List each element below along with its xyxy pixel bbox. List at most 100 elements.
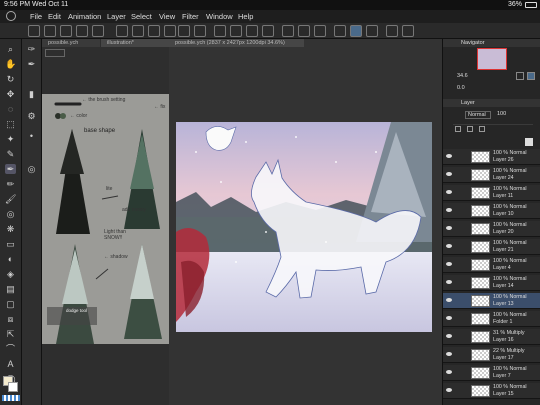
menu-select[interactable]: Select [131, 10, 152, 23]
visibility-eye-icon[interactable] [446, 190, 452, 194]
text-icon[interactable]: A [5, 359, 16, 369]
visibility-eye-icon[interactable] [446, 208, 452, 212]
visibility-eye-icon[interactable] [446, 154, 452, 158]
crop-icon[interactable] [386, 25, 398, 37]
subtool-circle-icon[interactable]: ◎ [26, 164, 37, 174]
flip-view-icon[interactable] [527, 72, 535, 80]
brush-icon[interactable]: 🖌 [5, 194, 16, 204]
app-icon[interactable] [6, 11, 16, 21]
reference-icon[interactable] [479, 126, 485, 132]
tab-main-canvas[interactable]: possible.ych (2837 x 2427px 1200dpi 34.6… [169, 39, 304, 47]
snap-ruler-icon[interactable] [334, 25, 346, 37]
layer-row[interactable]: 31 % Multiply Layer 16 [443, 329, 540, 345]
rotate-view-icon[interactable]: ↻ [5, 74, 16, 84]
navigator-angle[interactable]: 0.0 [457, 85, 465, 91]
visibility-eye-icon[interactable] [446, 262, 452, 266]
tab-illustration[interactable]: illustration* [101, 39, 169, 47]
subtool-marker-icon[interactable]: ▮ [26, 89, 37, 99]
layer-row[interactable]: 100 % Normal Layer 7 [443, 365, 540, 381]
eraser-icon[interactable]: ▭ [5, 239, 16, 249]
layer-row[interactable]: 100 % Normal Layer 24 [443, 167, 540, 183]
blend-icon[interactable]: ◐ [5, 254, 16, 264]
menu-animation[interactable]: Animation [68, 10, 101, 23]
layer-row[interactable]: 100 % Normal Layer 4 [443, 257, 540, 273]
subtool-dot-icon[interactable]: • [26, 131, 37, 141]
undo-icon[interactable] [178, 25, 190, 37]
layer-row[interactable]: 100 % Normal Layer 11 [443, 185, 540, 201]
gradient-icon[interactable]: ▤ [5, 284, 16, 294]
menu-filter[interactable]: Filter [182, 10, 199, 23]
airbrush-icon[interactable]: ◎ [5, 209, 16, 219]
visibility-eye-icon[interactable] [446, 388, 452, 392]
cut-icon[interactable] [132, 25, 144, 37]
visibility-eye-icon[interactable] [446, 280, 452, 284]
frame-icon[interactable]: ⧈ [5, 314, 16, 324]
layer-row[interactable]: 100 % Normal Layer 10 [443, 203, 540, 219]
lasso-icon[interactable]: ◌ [5, 104, 16, 114]
pen-icon[interactable]: ✒ [5, 164, 16, 174]
pencil-icon[interactable]: ✏ [5, 179, 16, 189]
move-icon[interactable]: ✥ [5, 89, 16, 99]
layer-opacity[interactable]: 100 [497, 111, 506, 117]
visibility-eye-icon[interactable] [446, 334, 452, 338]
select-all-icon[interactable] [282, 25, 294, 37]
visibility-eye-icon[interactable] [446, 352, 452, 356]
layer-row[interactable]: 100 % Normal Layer 14 [443, 275, 540, 291]
subtool-pen-icon[interactable]: ✒ [26, 59, 37, 69]
hand-icon[interactable]: ✋ [5, 59, 16, 69]
ruler-icon[interactable]: ⌒ [5, 344, 16, 354]
visibility-eye-icon[interactable] [446, 298, 452, 302]
clip-icon[interactable] [467, 126, 473, 132]
invert-icon[interactable] [314, 25, 326, 37]
select-move-icon[interactable] [402, 25, 414, 37]
subtool-settings-icon[interactable]: ⚙ [26, 111, 37, 121]
new-canvas-icon[interactable] [28, 25, 40, 37]
layer-row[interactable]: 100 % Normal Folder 1 [443, 311, 540, 327]
layer-row[interactable]: 100 % Normal Layer 21 [443, 239, 540, 255]
redo-icon[interactable] [194, 25, 206, 37]
snap-icon[interactable] [350, 25, 362, 37]
decoration-icon[interactable]: ❋ [5, 224, 16, 234]
navigator-zoom[interactable]: 34.6 [457, 73, 468, 79]
menu-window[interactable]: Window [206, 10, 233, 23]
layer-row[interactable]: 100 % Normal Layer 20 [443, 221, 540, 237]
fit-view-icon[interactable] [516, 72, 524, 80]
layer-row[interactable]: 100 % Normal Layer 26 [443, 149, 540, 165]
save-icon[interactable] [60, 25, 72, 37]
new-layer-icon[interactable] [525, 138, 533, 146]
tab-possible-ych[interactable]: possible.ych [42, 39, 100, 47]
eyedropper-icon[interactable]: ✎ [5, 149, 16, 159]
snap-grid-icon[interactable] [366, 25, 378, 37]
figure-icon[interactable]: ▢ [5, 299, 16, 309]
layer-row[interactable]: 22 % Multiply Layer 17 [443, 347, 540, 363]
menu-view[interactable]: View [159, 10, 175, 23]
open-icon[interactable] [44, 25, 56, 37]
visibility-eye-icon[interactable] [446, 244, 452, 248]
layer-row[interactable]: 100 % Normal Layer 13 [443, 293, 540, 309]
fill-icon[interactable] [214, 25, 226, 37]
menu-edit[interactable]: Edit [48, 10, 61, 23]
layer-row[interactable]: 100 % Normal Layer 15 [443, 383, 540, 399]
menu-layer[interactable]: Layer [107, 10, 126, 23]
flip-icon[interactable] [246, 25, 258, 37]
paste-icon[interactable] [164, 25, 176, 37]
zoom-icon[interactable]: ⌕ [5, 44, 16, 54]
settings-icon[interactable] [92, 25, 104, 37]
export-icon[interactable] [76, 25, 88, 37]
menu-help[interactable]: Help [238, 10, 253, 23]
deselect-icon[interactable] [298, 25, 310, 37]
visibility-eye-icon[interactable] [446, 172, 452, 176]
bucket-icon[interactable]: ◈ [5, 269, 16, 279]
transparent-color-icon[interactable] [2, 395, 20, 401]
menu-file[interactable]: File [30, 10, 42, 23]
blend-mode-select[interactable]: Normal [465, 111, 491, 119]
clear-icon[interactable] [116, 25, 128, 37]
transform-icon[interactable] [230, 25, 242, 37]
visibility-eye-icon[interactable] [446, 226, 452, 230]
visibility-eye-icon[interactable] [446, 370, 452, 374]
operation-icon[interactable]: ⇱ [5, 329, 16, 339]
sub-color-swatch[interactable] [8, 382, 18, 392]
navigator-thumbnail[interactable] [477, 48, 507, 70]
wand-icon[interactable]: ✦ [5, 134, 16, 144]
lock-icon[interactable] [455, 126, 461, 132]
